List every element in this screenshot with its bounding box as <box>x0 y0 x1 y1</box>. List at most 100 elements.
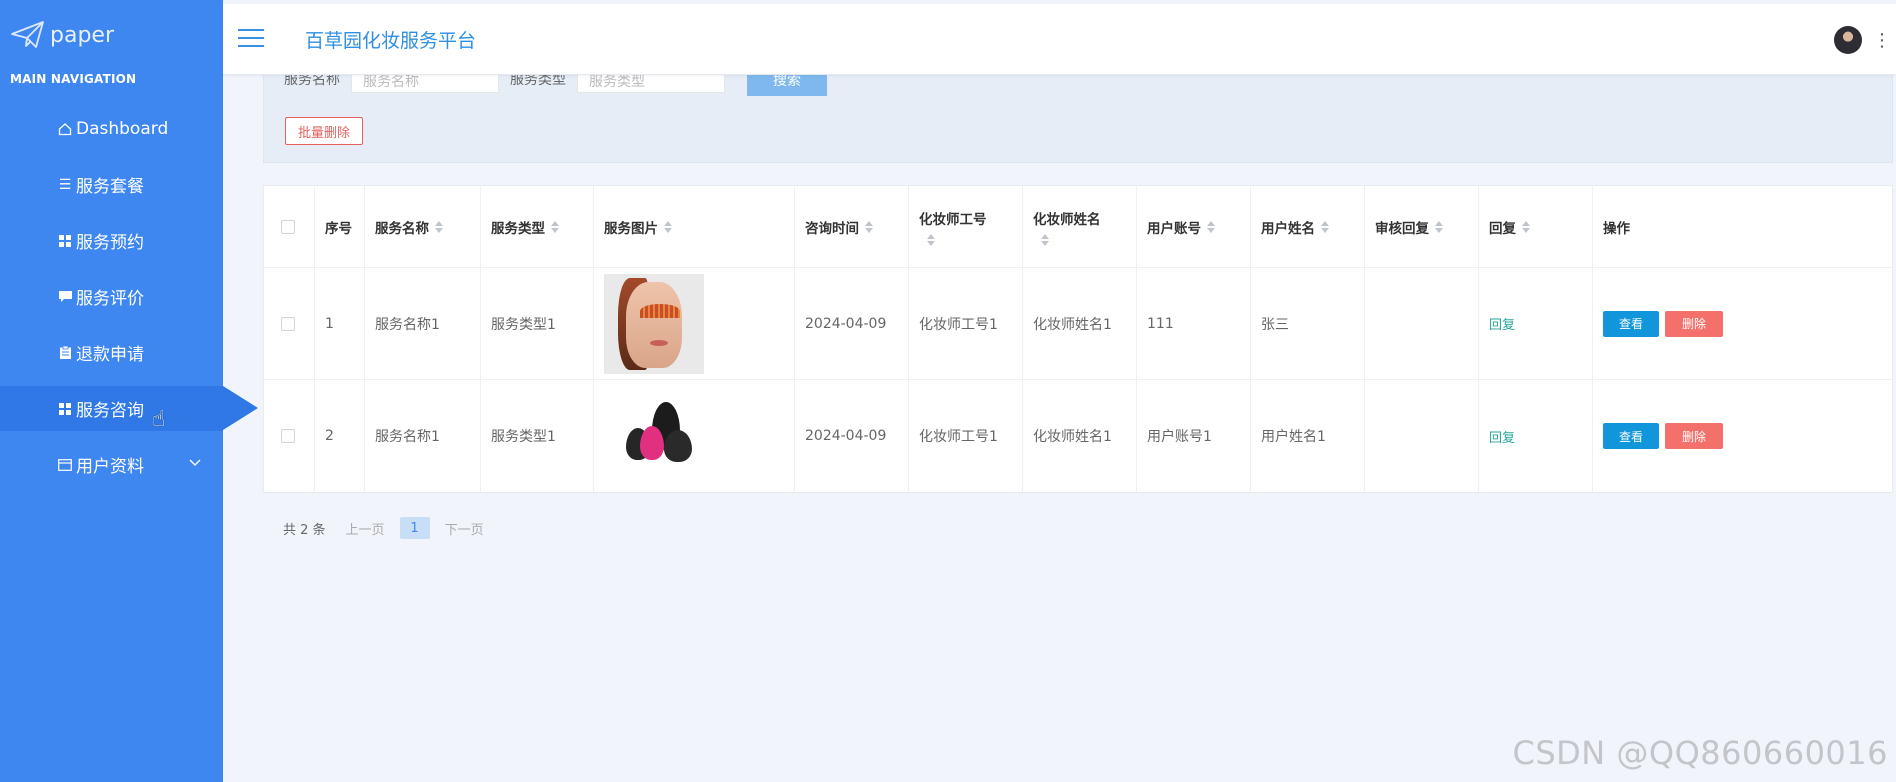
delete-button[interactable]: 删除 <box>1665 423 1723 449</box>
reply-link[interactable]: 回复 <box>1489 314 1515 333</box>
grid-icon <box>56 234 74 247</box>
clipboard-icon <box>56 346 74 359</box>
col-header-index: 序号 <box>315 186 365 267</box>
col-header-artist-name[interactable]: 化妆师姓名 <box>1023 186 1137 267</box>
col-header-artist-id[interactable]: 化妆师工号 <box>909 186 1023 267</box>
cell-reply: 回复 <box>1479 268 1593 379</box>
mouse-pointer-icon: ☝ <box>152 407 166 432</box>
makeup-sponges-photo[interactable] <box>604 386 704 486</box>
col-header-user-account[interactable]: 用户账号 <box>1137 186 1251 267</box>
reply-link[interactable]: 回复 <box>1489 427 1515 446</box>
more-vertical-icon[interactable]: ⋮ <box>1873 30 1891 51</box>
table-row: 2 服务名称1 服务类型1 2024-04-09 化妆师工号1 化妆师姓名1 用… <box>264 380 1892 492</box>
cell-consult-time: 2024-04-09 <box>795 268 909 379</box>
batch-delete-button[interactable]: 批量删除 <box>285 117 363 145</box>
col-header-consult-time[interactable]: 咨询时间 <box>795 186 909 267</box>
chevron-down-icon[interactable] <box>189 455 201 471</box>
sort-icon[interactable] <box>551 220 559 233</box>
next-page-button[interactable]: 下一页 <box>445 519 484 538</box>
total-count: 共 2 条 <box>283 522 326 538</box>
cell-review-reply <box>1365 380 1479 492</box>
sidebar-item-label: 服务预约 <box>76 233 144 253</box>
sort-icon[interactable] <box>927 233 935 246</box>
sidebar-item-label: Dashboard <box>76 118 169 139</box>
app-logo[interactable]: paper <box>10 18 114 52</box>
col-header-service-name[interactable]: 服务名称 <box>365 186 481 267</box>
cell-consult-time: 2024-04-09 <box>795 380 909 492</box>
sort-icon[interactable] <box>1435 220 1443 233</box>
view-button[interactable]: 查看 <box>1603 423 1659 449</box>
row-checkbox[interactable] <box>281 316 295 331</box>
cell-artist-id: 化妆师工号1 <box>909 268 1023 379</box>
cell-index: 2 <box>315 380 365 492</box>
paper-plane-icon <box>11 21 44 48</box>
sort-icon[interactable] <box>1207 220 1215 233</box>
app-title: 百草园化妆服务平台 <box>305 30 477 52</box>
cell-artist-name: 化妆师姓名1 <box>1023 268 1137 379</box>
cell-reply: 回复 <box>1479 380 1593 492</box>
search-panel: 服务名称 服务名称 服务类型 服务类型 搜索 批量删除 <box>263 60 1893 163</box>
current-page[interactable]: 1 <box>399 517 430 539</box>
pagination: 共 2 条 上一页 1 下一页 <box>283 517 484 539</box>
sort-icon[interactable] <box>1522 220 1530 233</box>
table-row: 1 服务名称1 服务类型1 2024-04-09 化妆师工号1 化妆师姓名1 1… <box>264 268 1892 380</box>
nav-section-title: MAIN NAVIGATION <box>10 72 137 86</box>
cell-artist-id: 化妆师工号1 <box>909 380 1023 492</box>
nav-list: Dashboard ☰ 服务套餐 服务预约 服务评价 退款申请 服务咨询 用户资… <box>0 106 258 498</box>
cell-actions: 查看 删除 <box>1593 268 1892 379</box>
sort-icon[interactable] <box>1041 233 1049 246</box>
cell-artist-name: 化妆师姓名1 <box>1023 380 1137 492</box>
sidebar-item-label: 退款申请 <box>76 345 144 365</box>
row-select-cell <box>264 380 315 492</box>
watermark: CSDN @QQ860660016 <box>1512 734 1888 772</box>
top-header: 百草园化妆服务平台 ⋮ <box>223 4 1896 75</box>
sort-icon[interactable] <box>1321 220 1329 233</box>
prev-page-button[interactable]: 上一页 <box>346 519 385 538</box>
sidebar-item-label: 服务套餐 <box>76 177 144 197</box>
delete-button[interactable]: 删除 <box>1665 310 1723 337</box>
sidebar-item-user-profile[interactable]: 用户资料 <box>0 442 223 487</box>
consultation-table: 序号 服务名称 服务类型 服务图片 咨询时间 化妆师工号 化妆师姓名 用户账号 … <box>263 185 1893 493</box>
cell-service-type: 服务类型1 <box>481 380 594 492</box>
cell-service-name: 服务名称1 <box>365 268 481 379</box>
sort-icon[interactable] <box>664 220 672 233</box>
col-header-service-type[interactable]: 服务类型 <box>481 186 594 267</box>
sidebar-item-refund-requests[interactable]: 退款申请 <box>0 330 223 375</box>
grid-icon <box>56 402 74 415</box>
sidebar-item-service-consultation[interactable]: 服务咨询 <box>0 386 258 431</box>
sidebar-item-service-packages[interactable]: ☰ 服务套餐 <box>0 162 223 207</box>
col-header-review-reply[interactable]: 审核回复 <box>1365 186 1479 267</box>
cell-user-account: 111 <box>1137 268 1251 379</box>
makeup-model-photo[interactable] <box>604 273 704 374</box>
sidebar-item-service-booking[interactable]: 服务预约 <box>0 218 223 263</box>
card-icon <box>56 458 74 471</box>
row-checkbox[interactable] <box>281 429 295 443</box>
home-icon <box>56 122 74 136</box>
cell-review-reply <box>1365 268 1479 379</box>
sidebar-item-service-reviews[interactable]: 服务评价 <box>0 274 223 319</box>
sidebar: paper MAIN NAVIGATION Dashboard ☰ 服务套餐 服… <box>0 0 258 782</box>
col-header-user-name[interactable]: 用户姓名 <box>1251 186 1365 267</box>
view-button[interactable]: 查看 <box>1603 310 1659 337</box>
cell-user-name: 张三 <box>1251 268 1365 379</box>
table-header-row: 序号 服务名称 服务类型 服务图片 咨询时间 化妆师工号 化妆师姓名 用户账号 … <box>264 186 1892 268</box>
cell-service-image <box>594 380 795 492</box>
sort-icon[interactable] <box>435 220 443 233</box>
sort-icon[interactable] <box>865 220 873 233</box>
col-header-reply[interactable]: 回复 <box>1479 186 1593 267</box>
sidebar-item-dashboard[interactable]: Dashboard <box>0 106 223 151</box>
sidebar-item-label: 服务咨询 <box>76 401 144 421</box>
row-select-cell <box>264 268 315 379</box>
cell-index: 1 <box>315 268 365 379</box>
select-all-cell <box>264 186 315 267</box>
avatar[interactable] <box>1834 26 1862 54</box>
logo-text: paper <box>50 22 114 48</box>
menu-toggle-icon[interactable] <box>238 29 264 49</box>
cell-service-name: 服务名称1 <box>365 380 481 492</box>
cell-user-name: 用户姓名1 <box>1251 380 1365 492</box>
comment-icon <box>56 290 74 303</box>
cell-actions: 查看 删除 <box>1593 380 1892 492</box>
cell-service-type: 服务类型1 <box>481 268 594 379</box>
select-all-checkbox[interactable] <box>281 219 295 234</box>
col-header-service-image[interactable]: 服务图片 <box>594 186 795 267</box>
